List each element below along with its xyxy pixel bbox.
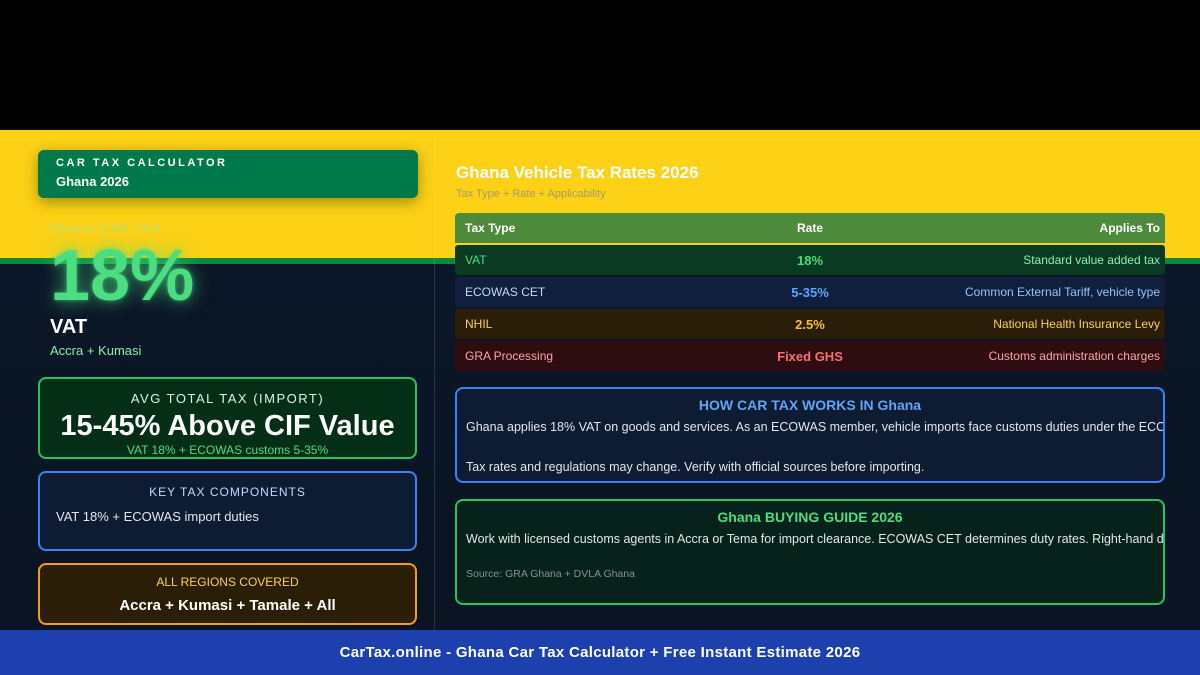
guide-box-title: Ghana BUYING GUIDE 2026 xyxy=(717,509,903,525)
regions-card: ALL REGIONS COVERED Accra + Kumasi + Tam… xyxy=(38,563,417,625)
guide-box-line-1: Work with licensed customs agents in Acc… xyxy=(466,532,1165,546)
cell-applies-to: Customs administration charges xyxy=(988,349,1160,363)
table-row: NHIL 2.5% National Health Insurance Levy xyxy=(455,309,1165,339)
footer-banner: CarTax.online - Ghana Car Tax Calculator… xyxy=(0,630,1200,675)
table-body: VAT 18% Standard value added tax ECOWAS CET… xyxy=(455,245,1165,371)
regions-value: Accra + Kumasi + Tamale + All xyxy=(119,597,336,614)
brand-kicker: CAR TAX CALCULATOR xyxy=(56,157,228,169)
table-row: VAT 18% Standard value added tax xyxy=(455,245,1165,275)
guide-box-source: Source: GRA Ghana + DVLA Ghana xyxy=(466,568,635,580)
regions-kicker: ALL REGIONS COVERED xyxy=(156,575,299,589)
cell-applies-to: Common External Tariff, vehicle type xyxy=(965,285,1160,299)
avg-card-value: 15-45% Above CIF Value xyxy=(60,410,395,442)
header-tax-type: Tax Type xyxy=(465,221,516,235)
brand-badge: CAR TAX CALCULATOR Ghana 2026 xyxy=(38,150,418,198)
top-letterbox xyxy=(0,0,1200,130)
rates-panel-title: Ghana Vehicle Tax Rates 2026 xyxy=(456,163,699,182)
cell-applies-to: National Health Insurance Levy xyxy=(993,317,1160,331)
table-row: GRA Processing Fixed GHS Customs administr… xyxy=(455,341,1165,371)
avg-card-kicker: AVG TOTAL TAX (IMPORT) xyxy=(130,391,325,406)
cell-applies-to: Standard value added tax xyxy=(1023,253,1160,267)
avg-card-detail: VAT 18% + ECOWAS customs 5-35% xyxy=(126,443,329,457)
avg-total-tax-card: AVG TOTAL TAX (IMPORT) 15-45% Above CIF … xyxy=(38,377,417,459)
components-text: VAT 18% + ECOWAS import duties xyxy=(56,509,259,524)
cell-rate: Fixed GHS xyxy=(777,348,843,364)
cell-tax-type: ECOWAS CET xyxy=(465,285,546,299)
cell-tax-type: NHIL xyxy=(465,317,493,331)
hero-label: Ghana CAR TAX xyxy=(50,220,162,236)
hero-cities: Accra + Kumasi xyxy=(50,343,142,358)
hero-tax-rate: 18% xyxy=(50,236,195,316)
table-header-row: Tax Type Rate Applies To xyxy=(455,213,1165,243)
cell-tax-type: VAT xyxy=(465,253,487,267)
column-divider xyxy=(434,130,435,630)
cell-tax-type: GRA Processing xyxy=(465,349,554,363)
cell-rate: 5-35% xyxy=(791,284,829,300)
how-box-title: HOW CAR TAX WORKS IN Ghana xyxy=(698,397,922,413)
header-rate: Rate xyxy=(796,221,823,235)
hero-tax-name: VAT xyxy=(50,316,88,338)
cell-rate: 2.5% xyxy=(795,316,825,332)
how-box-line-2: Tax rates and regulations may change. Ve… xyxy=(466,460,925,474)
how-box-line-1: Ghana applies 18% VAT on goods and servi… xyxy=(466,420,1165,434)
infographic-canvas: CAR TAX CALCULATOR Ghana 2026 Ghana CAR … xyxy=(0,130,1200,630)
header-applies-to: Applies To xyxy=(1099,221,1160,235)
brand-subtitle: Ghana 2026 xyxy=(56,174,129,189)
how-it-works-box: HOW CAR TAX WORKS IN Ghana Ghana applies… xyxy=(455,387,1165,483)
tax-rates-table: Tax Type Rate Applies To VAT 18% Standard … xyxy=(455,213,1165,373)
table-row: ECOWAS CET 5-35% Common External Tariff, v… xyxy=(455,277,1165,307)
components-kicker: KEY TAX COMPONENTS xyxy=(149,485,306,499)
key-components-card: KEY TAX COMPONENTS VAT 18% + ECOWAS impo… xyxy=(38,471,417,551)
rates-panel-subtitle: Tax Type + Rate + Applicability xyxy=(456,188,606,200)
buying-guide-box: Ghana BUYING GUIDE 2026 Work with licens… xyxy=(455,499,1165,605)
cell-rate: 18% xyxy=(796,252,824,268)
